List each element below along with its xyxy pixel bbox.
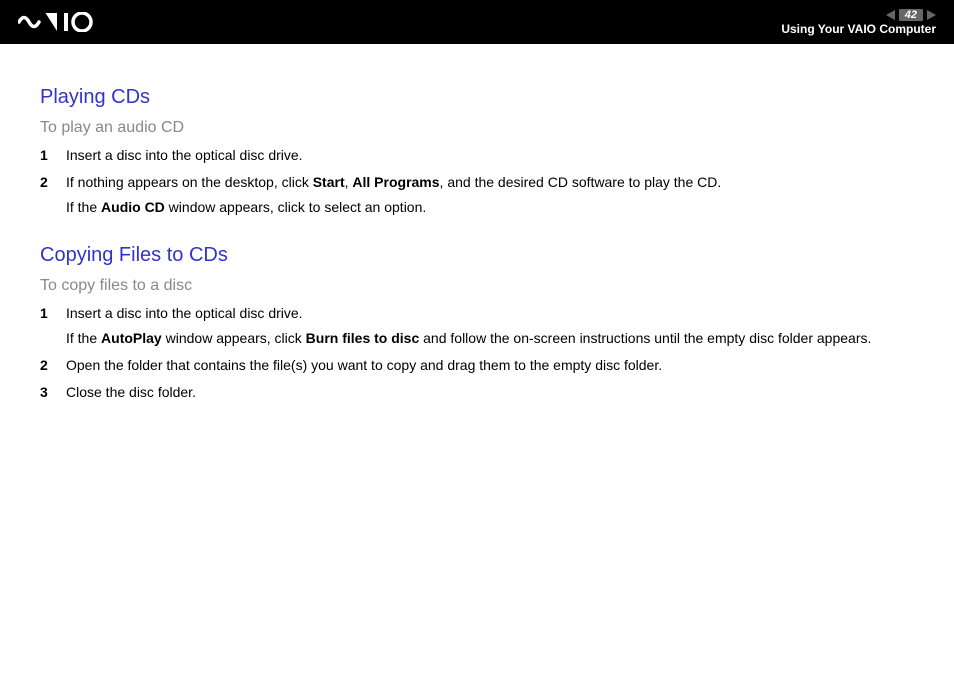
step-number: 1 — [40, 145, 66, 166]
step-item: 1 Insert a disc into the optical disc dr… — [40, 145, 926, 166]
page-nav: 42 — [886, 9, 936, 21]
step-list-copying: 1 Insert a disc into the optical disc dr… — [40, 303, 926, 403]
step-body: Insert a disc into the optical disc driv… — [66, 303, 926, 349]
step-list-playing: 1 Insert a disc into the optical disc dr… — [40, 145, 926, 218]
section-heading-copying-files: Copying Files to CDs — [40, 244, 926, 267]
step-number: 2 — [40, 172, 66, 193]
step-item: 2 If nothing appears on the desktop, cli… — [40, 172, 926, 218]
step-number: 3 — [40, 382, 66, 403]
header-right: 42 Using Your VAIO Computer — [781, 9, 936, 36]
page-number: 42 — [899, 9, 923, 21]
header-bar: 42 Using Your VAIO Computer — [0, 0, 954, 44]
sub-heading-copy-files: To copy files to a disc — [40, 277, 926, 295]
step-item: 2 Open the folder that contains the file… — [40, 355, 926, 376]
step-subtext: If the Audio CD window appears, click to… — [66, 197, 926, 218]
nav-prev-icon[interactable] — [886, 10, 895, 20]
section-heading-playing-cds: Playing CDs — [40, 86, 926, 109]
step-subtext: If the AutoPlay window appears, click Bu… — [66, 328, 926, 349]
step-text: Insert a disc into the optical disc driv… — [66, 305, 303, 321]
step-text: If nothing appears on the desktop, click… — [66, 174, 721, 190]
step-body: Open the folder that contains the file(s… — [66, 355, 926, 376]
step-body: If nothing appears on the desktop, click… — [66, 172, 926, 218]
step-number: 2 — [40, 355, 66, 376]
step-item: 3 Close the disc folder. — [40, 382, 926, 403]
nav-next-icon[interactable] — [927, 10, 936, 20]
page-content: Playing CDs To play an audio CD 1 Insert… — [0, 44, 954, 449]
step-body: Insert a disc into the optical disc driv… — [66, 145, 926, 166]
step-item: 1 Insert a disc into the optical disc dr… — [40, 303, 926, 349]
vaio-logo — [18, 12, 108, 32]
vaio-logo-svg — [18, 12, 108, 32]
sub-heading-play-audio-cd: To play an audio CD — [40, 119, 926, 137]
step-body: Close the disc folder. — [66, 382, 926, 403]
step-number: 1 — [40, 303, 66, 324]
header-section-title: Using Your VAIO Computer — [781, 22, 936, 36]
